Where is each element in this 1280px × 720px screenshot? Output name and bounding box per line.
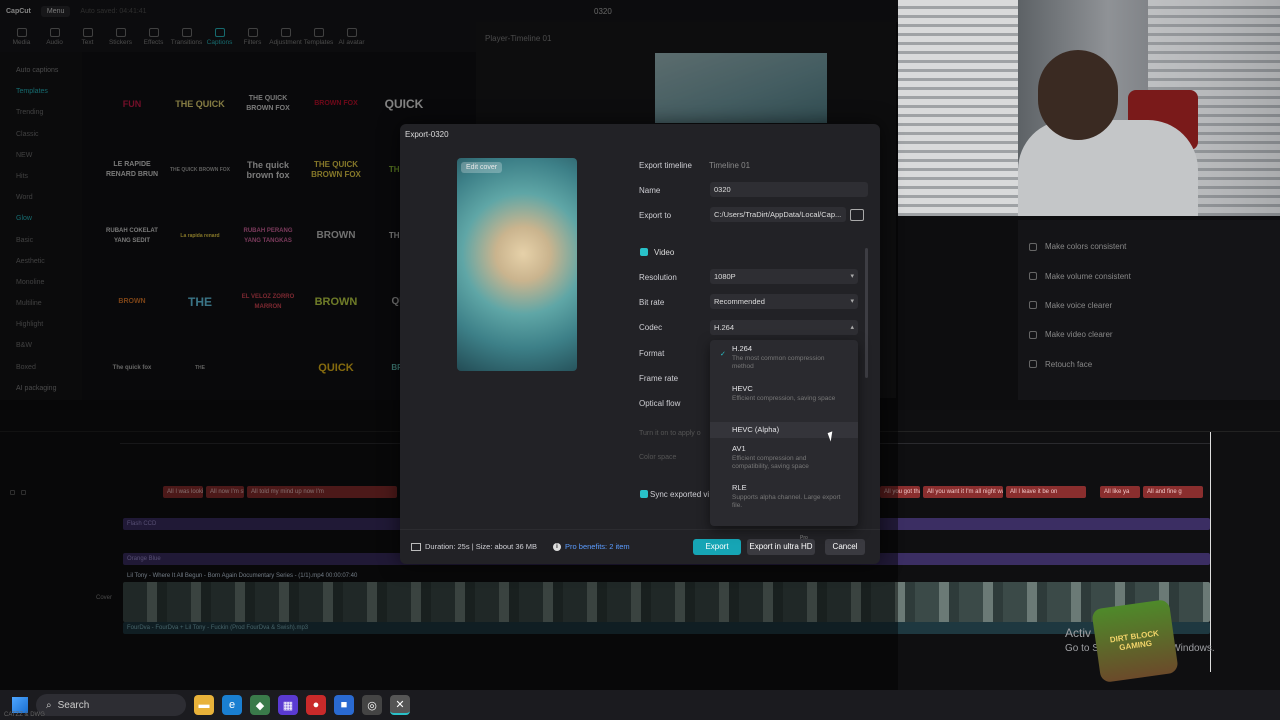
- pro-benefits-link[interactable]: Pro benefits: 2 item: [565, 542, 630, 551]
- window-shutter: [898, 0, 1018, 216]
- export-to-label: Export to: [639, 211, 672, 220]
- video-checkbox[interactable]: [640, 248, 648, 256]
- edge-icon[interactable]: e: [222, 695, 242, 715]
- file-explorer-icon[interactable]: ▬: [194, 695, 214, 715]
- codec-option-rle[interactable]: RLE Supports alpha channel. Large export…: [710, 483, 858, 519]
- sync-label: Sync exported vi: [650, 490, 710, 499]
- codec-option-av1[interactable]: AV1 Efficient compression and compatibil…: [710, 444, 858, 480]
- taskbar-search[interactable]: ⌕ Search: [36, 694, 186, 716]
- make-voice-clearer-option[interactable]: Make voice clearer: [1018, 291, 1280, 320]
- caption-clip[interactable]: All you want it I'm all night walk: [923, 486, 1003, 498]
- bitrate-select[interactable]: Recommended ▾: [710, 294, 858, 309]
- enhance-panel: Make colors consistent Make volume consi…: [1018, 220, 1280, 400]
- export-path-input[interactable]: C:/Users/TraDirt/AppData/Local/Cap...: [710, 207, 846, 222]
- caption-clip[interactable]: All I leave it be on: [1006, 486, 1086, 498]
- option-label: Make voice clearer: [1045, 300, 1113, 310]
- option-desc: Efficient compression and compatibility,…: [732, 455, 809, 470]
- bitrate-label: Bit rate: [639, 298, 665, 307]
- info-icon[interactable]: i: [553, 542, 562, 551]
- chevron-down-icon: ▾: [850, 298, 854, 305]
- codec-value: H.264: [714, 323, 735, 332]
- name-input[interactable]: 0320: [710, 182, 868, 197]
- hd-icon: [1029, 330, 1037, 339]
- codec-dropdown: ✓ H.264 The most common compression meth…: [710, 340, 858, 526]
- option-desc: Efficient compression, saving space: [732, 395, 836, 402]
- search-placeholder: Search: [57, 699, 90, 711]
- caption-clip[interactable]: All and fine g: [1143, 486, 1203, 498]
- option-name: H.264: [732, 344, 753, 353]
- app-icon[interactable]: ●: [306, 695, 326, 715]
- windows-taskbar: ⌕ Search ▬ e ◆ ▦ ● ■ ◎ ✕: [0, 690, 1280, 720]
- optical-flow-label: Optical flow: [639, 399, 681, 408]
- streamer-head: [1038, 50, 1118, 140]
- codec-select[interactable]: H.264 ▴: [710, 320, 858, 335]
- webcam-overlay: [898, 0, 1280, 216]
- retouch-face-option[interactable]: Retouch face: [1018, 350, 1280, 379]
- corner-brand: CATZZ & DWG: [4, 712, 45, 718]
- app-icon[interactable]: ■: [334, 695, 354, 715]
- caption-clip[interactable]: All like ya: [1100, 486, 1140, 498]
- windows-start-icon[interactable]: [12, 697, 28, 713]
- cover-preview: Edit cover: [457, 158, 577, 371]
- codec-option-h264[interactable]: ✓ H.264 The most common compression meth…: [710, 344, 858, 380]
- option-label: Make volume consistent: [1045, 271, 1131, 281]
- app-icon[interactable]: ◎: [362, 695, 382, 715]
- option-desc: The most common compression method: [732, 355, 825, 370]
- edit-cover-button[interactable]: Edit cover: [461, 162, 503, 173]
- export-ultra-hd-button[interactable]: Export in ultra HD: [747, 539, 815, 555]
- dialog-title: Export-0320: [405, 130, 449, 139]
- app-icon[interactable]: ▦: [278, 695, 298, 715]
- option-label: Retouch face: [1045, 359, 1093, 369]
- make-colors-consistent-option[interactable]: Make colors consistent: [1018, 232, 1280, 261]
- option-name: HEVC: [732, 384, 753, 393]
- capcut-app: CapCut Menu Auto saved: 04:41:41 0320 Me…: [0, 0, 1280, 720]
- codec-label: Codec: [639, 323, 663, 332]
- codec-option-hevc[interactable]: HEVC Efficient compression, saving space: [710, 384, 858, 420]
- sync-checkbox[interactable]: [640, 490, 648, 498]
- checkmark-icon: ✓: [720, 351, 726, 358]
- make-video-clearer-option[interactable]: Make video clearer: [1018, 320, 1280, 349]
- activate-line2a: Go to S: [1065, 643, 1099, 654]
- volume-icon: [1029, 272, 1037, 281]
- channel-logo: DIRT BLOCK GAMING: [1091, 598, 1179, 684]
- frame-rate-label: Frame rate: [639, 374, 679, 383]
- export-timeline-label: Export timeline: [639, 161, 692, 170]
- resolution-value: 1080P: [714, 272, 736, 281]
- optical-flow-hint: Turn it on to apply o: [639, 430, 701, 437]
- face-icon: [1029, 360, 1037, 369]
- palette-icon: [1029, 242, 1037, 251]
- capcut-taskbar-icon[interactable]: ✕: [390, 695, 410, 715]
- cancel-button[interactable]: Cancel: [825, 539, 865, 555]
- format-label: Format: [639, 349, 665, 358]
- bitrate-value: Recommended: [714, 297, 765, 306]
- option-label: Make colors consistent: [1045, 242, 1127, 252]
- chevron-down-icon: ▾: [850, 273, 854, 280]
- pro-badge: Pro: [800, 535, 808, 541]
- search-icon: ⌕: [46, 699, 52, 711]
- streamer-body: [1018, 120, 1198, 216]
- voice-icon: [1029, 301, 1037, 310]
- film-icon: [411, 542, 421, 551]
- option-name: RLE: [732, 483, 747, 492]
- folder-icon[interactable]: [850, 209, 864, 221]
- resolution-select[interactable]: 1080P ▾: [710, 269, 858, 284]
- color-space-label: Color space: [639, 454, 677, 461]
- option-name: HEVC (Alpha): [732, 425, 780, 434]
- codec-option-hevc-alpha[interactable]: HEVC (Alpha): [710, 422, 858, 438]
- resolution-label: Resolution: [639, 273, 677, 282]
- name-label: Name: [639, 186, 661, 195]
- export-timeline-value: Timeline 01: [709, 161, 751, 170]
- chevron-up-icon: ▴: [850, 324, 854, 331]
- app-icon[interactable]: ◆: [250, 695, 270, 715]
- duration-size-text: Duration: 25s | Size: about 36 MB: [425, 542, 538, 551]
- dialog-scrollbar[interactable]: [865, 248, 868, 378]
- video-section-title[interactable]: Video: [654, 248, 674, 257]
- option-desc: Supports alpha channel. Large export fil…: [732, 494, 841, 509]
- option-label: Make video clearer: [1045, 330, 1113, 340]
- option-name: AV1: [732, 444, 746, 453]
- make-volume-consistent-option[interactable]: Make volume consistent: [1018, 261, 1280, 290]
- export-summary: Duration: 25s | Size: about 36 MB i Pro …: [411, 542, 630, 551]
- export-button[interactable]: Export: [693, 539, 741, 555]
